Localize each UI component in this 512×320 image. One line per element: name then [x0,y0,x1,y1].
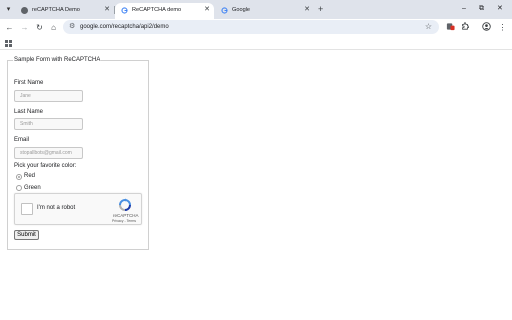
submit-button[interactable]: Submit [14,230,39,240]
recaptcha-terms[interactable]: Privacy - Terms [112,219,136,223]
forward-arrow-icon[interactable]: → [19,22,30,33]
recaptcha-checkbox[interactable] [21,203,33,215]
tab-title: ReCAPTCHA demo [132,7,182,13]
radio-green[interactable] [16,185,22,191]
first-name-input[interactable]: Jane [14,90,83,102]
close-icon[interactable]: ✕ [204,5,210,15]
email-label: Email [14,137,30,143]
tab-recaptcha-demo-1[interactable]: reCAPTCHA Demo ✕ [15,3,114,19]
close-icon[interactable]: ✕ [304,5,310,15]
recaptcha-label: I'm not a robot [37,205,76,211]
restore-icon[interactable]: ⧉ [479,4,484,14]
radio-red[interactable] [16,174,22,180]
radio-green-label: Green [24,185,41,191]
back-arrow-icon[interactable]: ← [4,22,15,33]
google-icon [221,7,228,14]
apps-grid-icon[interactable] [5,40,12,47]
radio-red-label: Red [24,173,36,179]
recaptcha-brand: reCAPTCHA [113,213,139,218]
globe-icon [21,7,28,14]
last-name-label: Last Name [14,109,44,115]
page-content: Sample Form with ReCAPTCHA First Name Ja… [0,51,512,320]
home-icon[interactable]: ⌂ [48,22,59,33]
recaptcha-widget: I'm not a robot reCAPTCHA Privacy - Term… [14,193,142,225]
extension-icon[interactable] [445,22,456,33]
tab-search-icon[interactable]: ▾ [3,4,14,15]
sample-form: Sample Form with ReCAPTCHA First Name Ja… [7,57,149,250]
bookmarks-bar [0,36,512,50]
form-legend: Sample Form with ReCAPTCHA [14,57,101,63]
new-tab-button[interactable]: + [318,4,323,14]
last-name-input[interactable]: Smith [14,118,83,130]
minimize-icon[interactable]: – [462,4,466,14]
site-settings-icon[interactable]: ⚙ [69,21,75,33]
recaptcha-logo-icon [118,198,132,212]
tab-google[interactable]: Google ✕ [215,3,314,19]
tab-title: Google [232,7,251,13]
address-bar[interactable]: ⚙ google.com/recaptcha/api2/demo ☆ [63,20,439,34]
url-text[interactable]: google.com/recaptcha/api2/demo [80,21,169,33]
bookmark-star-icon[interactable]: ☆ [425,21,432,33]
color-prompt: Pick your favorite color: [14,163,77,169]
close-window-icon[interactable]: ✕ [497,4,503,14]
tab-recaptcha-demo-2[interactable]: ReCAPTCHA demo ✕ [115,3,214,19]
google-icon [121,7,128,14]
email-input[interactable]: stopallbots@gmail.com [14,147,83,159]
profile-icon[interactable] [481,22,492,33]
first-name-label: First Name [14,80,44,86]
puzzle-icon[interactable] [459,22,470,33]
tab-title: reCAPTCHA Demo [32,7,80,13]
menu-icon[interactable]: ⋮ [497,22,508,33]
browser-toolbar: ← → ↻ ⌂ ⚙ google.com/recaptcha/api2/demo… [0,19,512,36]
reload-icon[interactable]: ↻ [34,22,45,33]
tab-strip: ▾ reCAPTCHA Demo ✕ ReCAPTCHA demo ✕ Goog… [0,0,512,19]
close-icon[interactable]: ✕ [104,5,110,15]
